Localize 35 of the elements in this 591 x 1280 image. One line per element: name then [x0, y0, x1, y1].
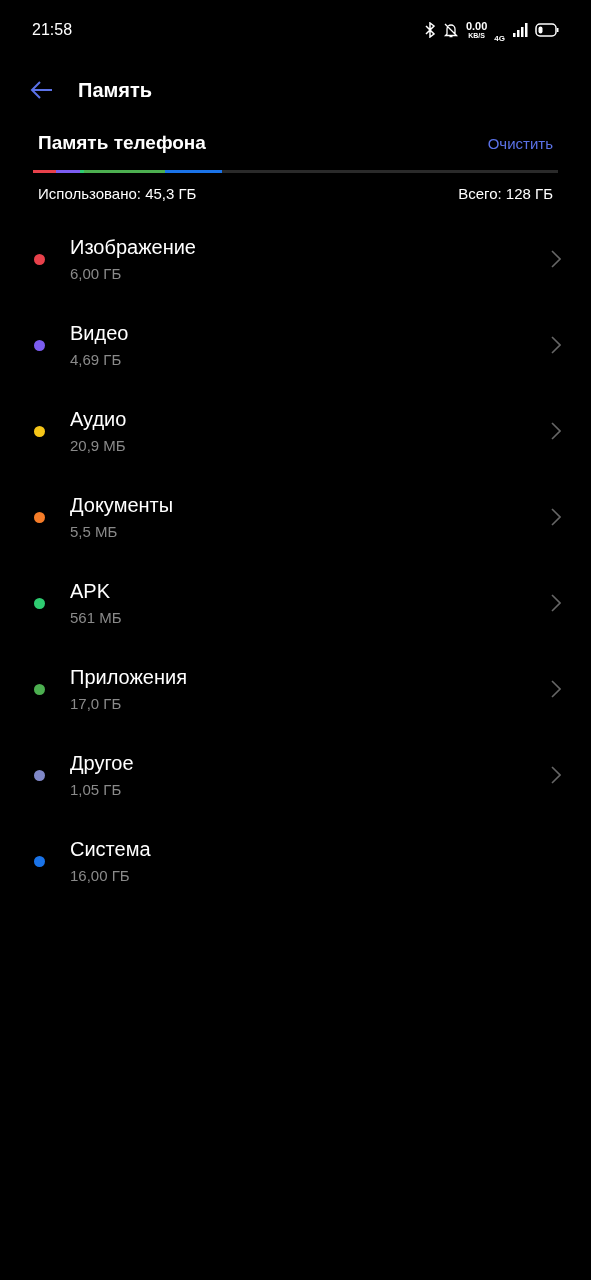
- category-name[interactable]: Аудио: [70, 408, 551, 431]
- category-name[interactable]: Система: [70, 838, 561, 861]
- clock: 21:58: [32, 21, 73, 39]
- category-name[interactable]: Видео: [70, 322, 551, 345]
- clean-link[interactable]: Очистить: [487, 134, 553, 152]
- chevron-icon[interactable]: [551, 766, 561, 784]
- category-size: 6,00 ГБ: [70, 265, 123, 282]
- category-size: 1,05 ГБ: [70, 781, 123, 798]
- category-name[interactable]: APK: [70, 580, 551, 603]
- chevron-icon[interactable]: [551, 594, 561, 612]
- chevron-icon[interactable]: [551, 508, 561, 526]
- signal-icon: [512, 22, 528, 38]
- used-storage: Использовано: 45,3 ГБ: [38, 185, 197, 202]
- category-size: 16,00 ГБ: [70, 867, 131, 884]
- back-icon[interactable]: [30, 80, 54, 100]
- muted-bell-icon: [442, 22, 459, 38]
- section-title: Память телефона: [38, 132, 206, 154]
- category-size: 561 МБ: [70, 609, 123, 626]
- category-size: 5,5 МБ: [70, 523, 119, 540]
- category-name[interactable]: Документы: [70, 494, 551, 517]
- chevron-icon[interactable]: [551, 422, 561, 440]
- chevron-icon[interactable]: [551, 250, 561, 268]
- network-type: 4G: [494, 33, 505, 43]
- total-storage: Всего: 128 ГБ: [458, 185, 553, 202]
- category-size: 4,69 ГБ: [70, 351, 123, 368]
- bluetooth-icon: [423, 22, 436, 38]
- chevron-icon[interactable]: [551, 680, 561, 698]
- battery-icon: [535, 23, 559, 37]
- category-size: 17,0 ГБ: [70, 695, 123, 712]
- category-name[interactable]: Другое: [70, 752, 551, 775]
- category-name[interactable]: Изображение: [70, 236, 551, 259]
- category-name[interactable]: Приложения: [70, 666, 551, 689]
- page-title: Память: [78, 78, 153, 102]
- category-size: 20,9 МБ: [70, 437, 127, 454]
- chevron-icon[interactable]: [551, 336, 561, 354]
